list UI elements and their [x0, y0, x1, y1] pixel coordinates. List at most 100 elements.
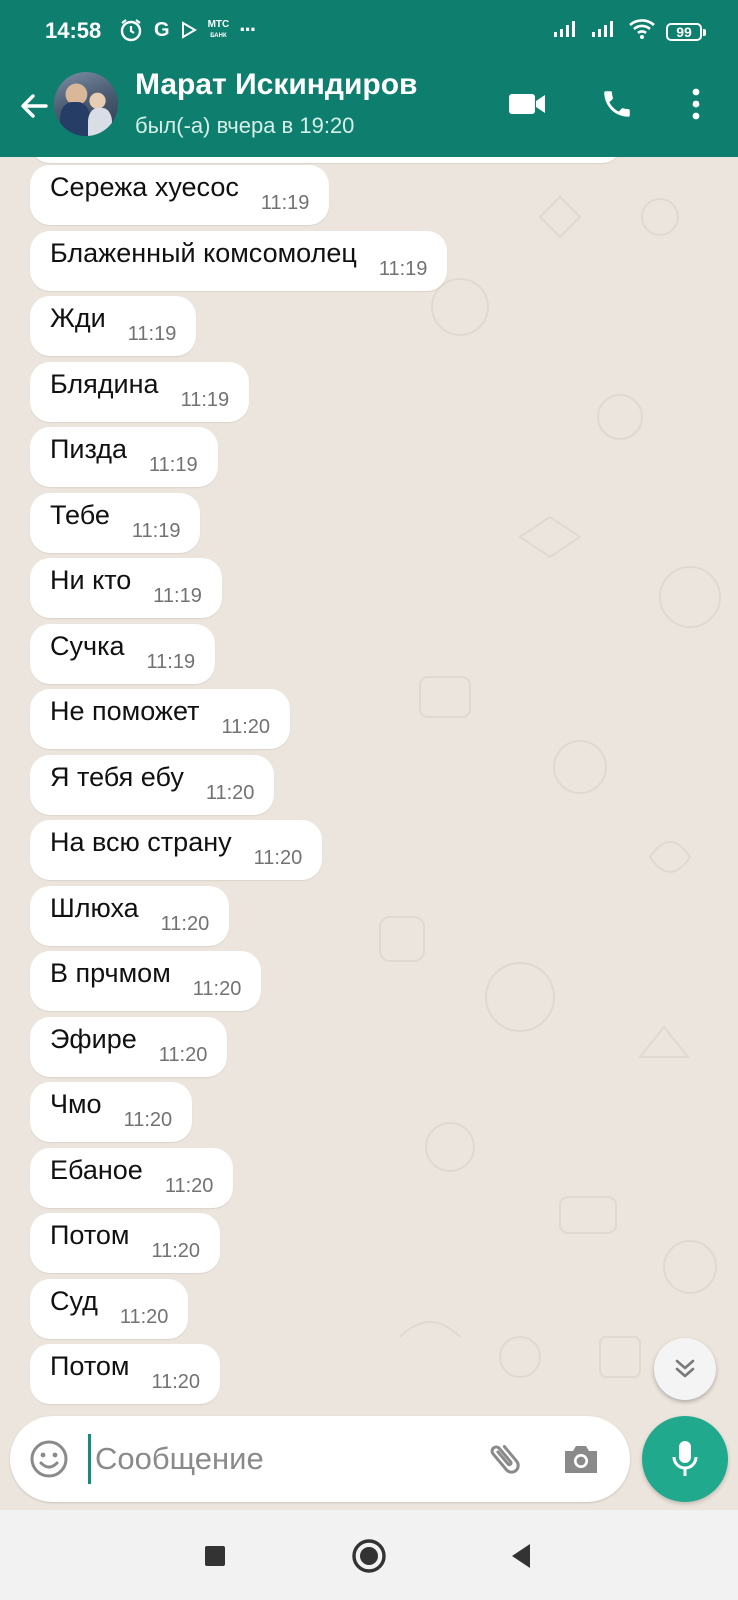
message-bubble[interactable]: Чмо 11:20 [30, 1082, 193, 1142]
message-text: Жди [50, 303, 106, 333]
message-text: Не поможет [50, 696, 200, 726]
message-text: Ни кто [50, 565, 132, 595]
message-text: На всю страну [50, 827, 232, 857]
message-time: 11:19 [260, 192, 310, 214]
message-time: 11:20 [164, 1175, 214, 1197]
mts-label: МТС [207, 18, 230, 30]
message-bubble[interactable]: Сучка 11:19 [30, 624, 216, 684]
play-icon [180, 16, 198, 44]
message-time: 11:20 [192, 978, 242, 1000]
message-text: Я тебя ебу [50, 762, 184, 792]
status-system-icons: 99 [552, 18, 706, 45]
message-bubble[interactable]: Потом 11:20 [30, 1213, 221, 1273]
message-time: 11:19 [146, 651, 196, 673]
voice-call-button[interactable] [593, 80, 641, 128]
status-notification-icons: G МТС БАНК ··· [118, 16, 257, 44]
message-bubble[interactable]: На всю страну 11:20 [30, 820, 323, 880]
voice-message-button[interactable] [642, 1416, 728, 1502]
mts-bank-icon: МТС БАНК [207, 18, 230, 41]
more-vert-icon [692, 88, 700, 120]
g-icon: G [154, 18, 170, 41]
message-text: В прчмом [50, 958, 171, 988]
message-list[interactable]: Сережа хуесос 11:19 Блаженный комсомолец 11… [0, 157, 738, 1411]
scroll-to-bottom-button[interactable] [654, 1338, 716, 1400]
mts-sub-label: БАНК [210, 32, 227, 39]
message-time: 11:19 [378, 258, 428, 280]
video-call-icon [509, 94, 545, 114]
message-time: 11:20 [151, 1371, 201, 1393]
message-bubble[interactable]: Потом 11:20 [30, 1344, 221, 1404]
message-time: 11:20 [160, 913, 210, 935]
system-nav-bar [0, 1510, 738, 1600]
message-bubble[interactable]: Не поможет 11:20 [30, 689, 291, 749]
message-text: Ебаное [50, 1155, 143, 1185]
signal-icon [552, 19, 580, 44]
chat-header: 14:58 G МТС БАНК ··· 99 Марат Искиндиров… [0, 0, 738, 157]
message-time: 11:20 [205, 782, 255, 804]
back-button[interactable] [12, 84, 56, 128]
home-button[interactable] [345, 1532, 393, 1580]
message-bubble[interactable]: Суд 11:20 [30, 1279, 189, 1339]
mic-icon [672, 1441, 698, 1476]
message-time: 11:20 [253, 847, 303, 869]
message-composer [10, 1416, 630, 1502]
message-time: 11:19 [149, 454, 198, 476]
message-bubble[interactable]: Блаженный комсомолец 11:19 [30, 231, 448, 291]
message-bubble[interactable]: Пизда 11:19 [30, 427, 218, 487]
message-time: 11:20 [158, 1044, 208, 1066]
message-bubble[interactable]: Шлюха 11:20 [30, 886, 230, 946]
recents-icon [205, 1546, 225, 1566]
video-call-button[interactable] [503, 80, 551, 128]
message-text: Шлюха [50, 893, 139, 923]
message-time: 11:19 [131, 520, 181, 542]
emoji-icon [30, 1440, 68, 1478]
message-time: 11:20 [151, 1240, 201, 1262]
home-icon [352, 1539, 386, 1573]
message-text: Потом [50, 1351, 130, 1381]
message-time: 11:19 [180, 389, 230, 411]
message-bubble[interactable]: Сережа хуесос 11:19 [30, 165, 330, 225]
message-text: Пизда [50, 434, 128, 464]
message-text: Сучка [50, 631, 125, 661]
wifi-icon [628, 18, 656, 45]
message-bubble[interactable]: Жди 11:19 [30, 296, 197, 356]
message-time: 11:19 [153, 585, 202, 607]
message-bubble[interactable]: Эфире 11:20 [30, 1017, 228, 1077]
message-text: Тебе [50, 500, 110, 530]
signal-icon [590, 19, 618, 44]
attach-button[interactable] [482, 1436, 528, 1482]
message-input[interactable] [88, 1434, 468, 1484]
more-options-button[interactable] [672, 80, 720, 128]
message-bubble[interactable]: Ебаное 11:20 [30, 1148, 234, 1208]
battery-icon: 99 [666, 22, 706, 41]
emoji-button[interactable] [26, 1436, 72, 1482]
message-bubble[interactable]: Тебе 11:19 [30, 493, 201, 553]
more-icon: ··· [239, 17, 257, 42]
message-bubble[interactable]: Я тебя ебу 11:20 [30, 755, 275, 815]
message-bubble[interactable]: Блядина 11:19 [30, 362, 250, 422]
back-nav-button[interactable] [497, 1532, 545, 1580]
recents-button[interactable] [191, 1532, 239, 1580]
message-time: 11:20 [119, 1306, 169, 1328]
phone-icon [604, 91, 630, 117]
message-text: Сережа хуесос [50, 172, 239, 202]
status-time: 14:58 [45, 18, 102, 43]
status-bar: 14:58 G МТС БАНК ··· 99 [0, 0, 738, 66]
double-chevron-down-icon [675, 1359, 695, 1378]
avatar[interactable] [54, 72, 118, 136]
message-text: Блядина [50, 369, 159, 399]
back-icon [512, 1544, 530, 1568]
app-bar: Марат Искиндиров был(-а) вчера в 19:20 [0, 66, 738, 157]
message-text: Чмо [50, 1089, 102, 1119]
message-text: Потом [50, 1220, 130, 1250]
contact-name[interactable]: Марат Искиндиров [135, 68, 417, 102]
attach-icon [490, 1445, 520, 1474]
message-time: 11:20 [221, 716, 271, 738]
message-bubble[interactable]: В прчмом 11:20 [30, 951, 262, 1011]
message-text: Эфире [50, 1024, 137, 1054]
contact-last-seen: был(-а) вчера в 19:20 [135, 113, 355, 138]
message-text: Суд [50, 1286, 98, 1316]
camera-button[interactable] [558, 1436, 604, 1482]
message-bubble[interactable]: Ни кто 11:19 [30, 558, 222, 618]
message-time: 11:20 [123, 1109, 173, 1131]
